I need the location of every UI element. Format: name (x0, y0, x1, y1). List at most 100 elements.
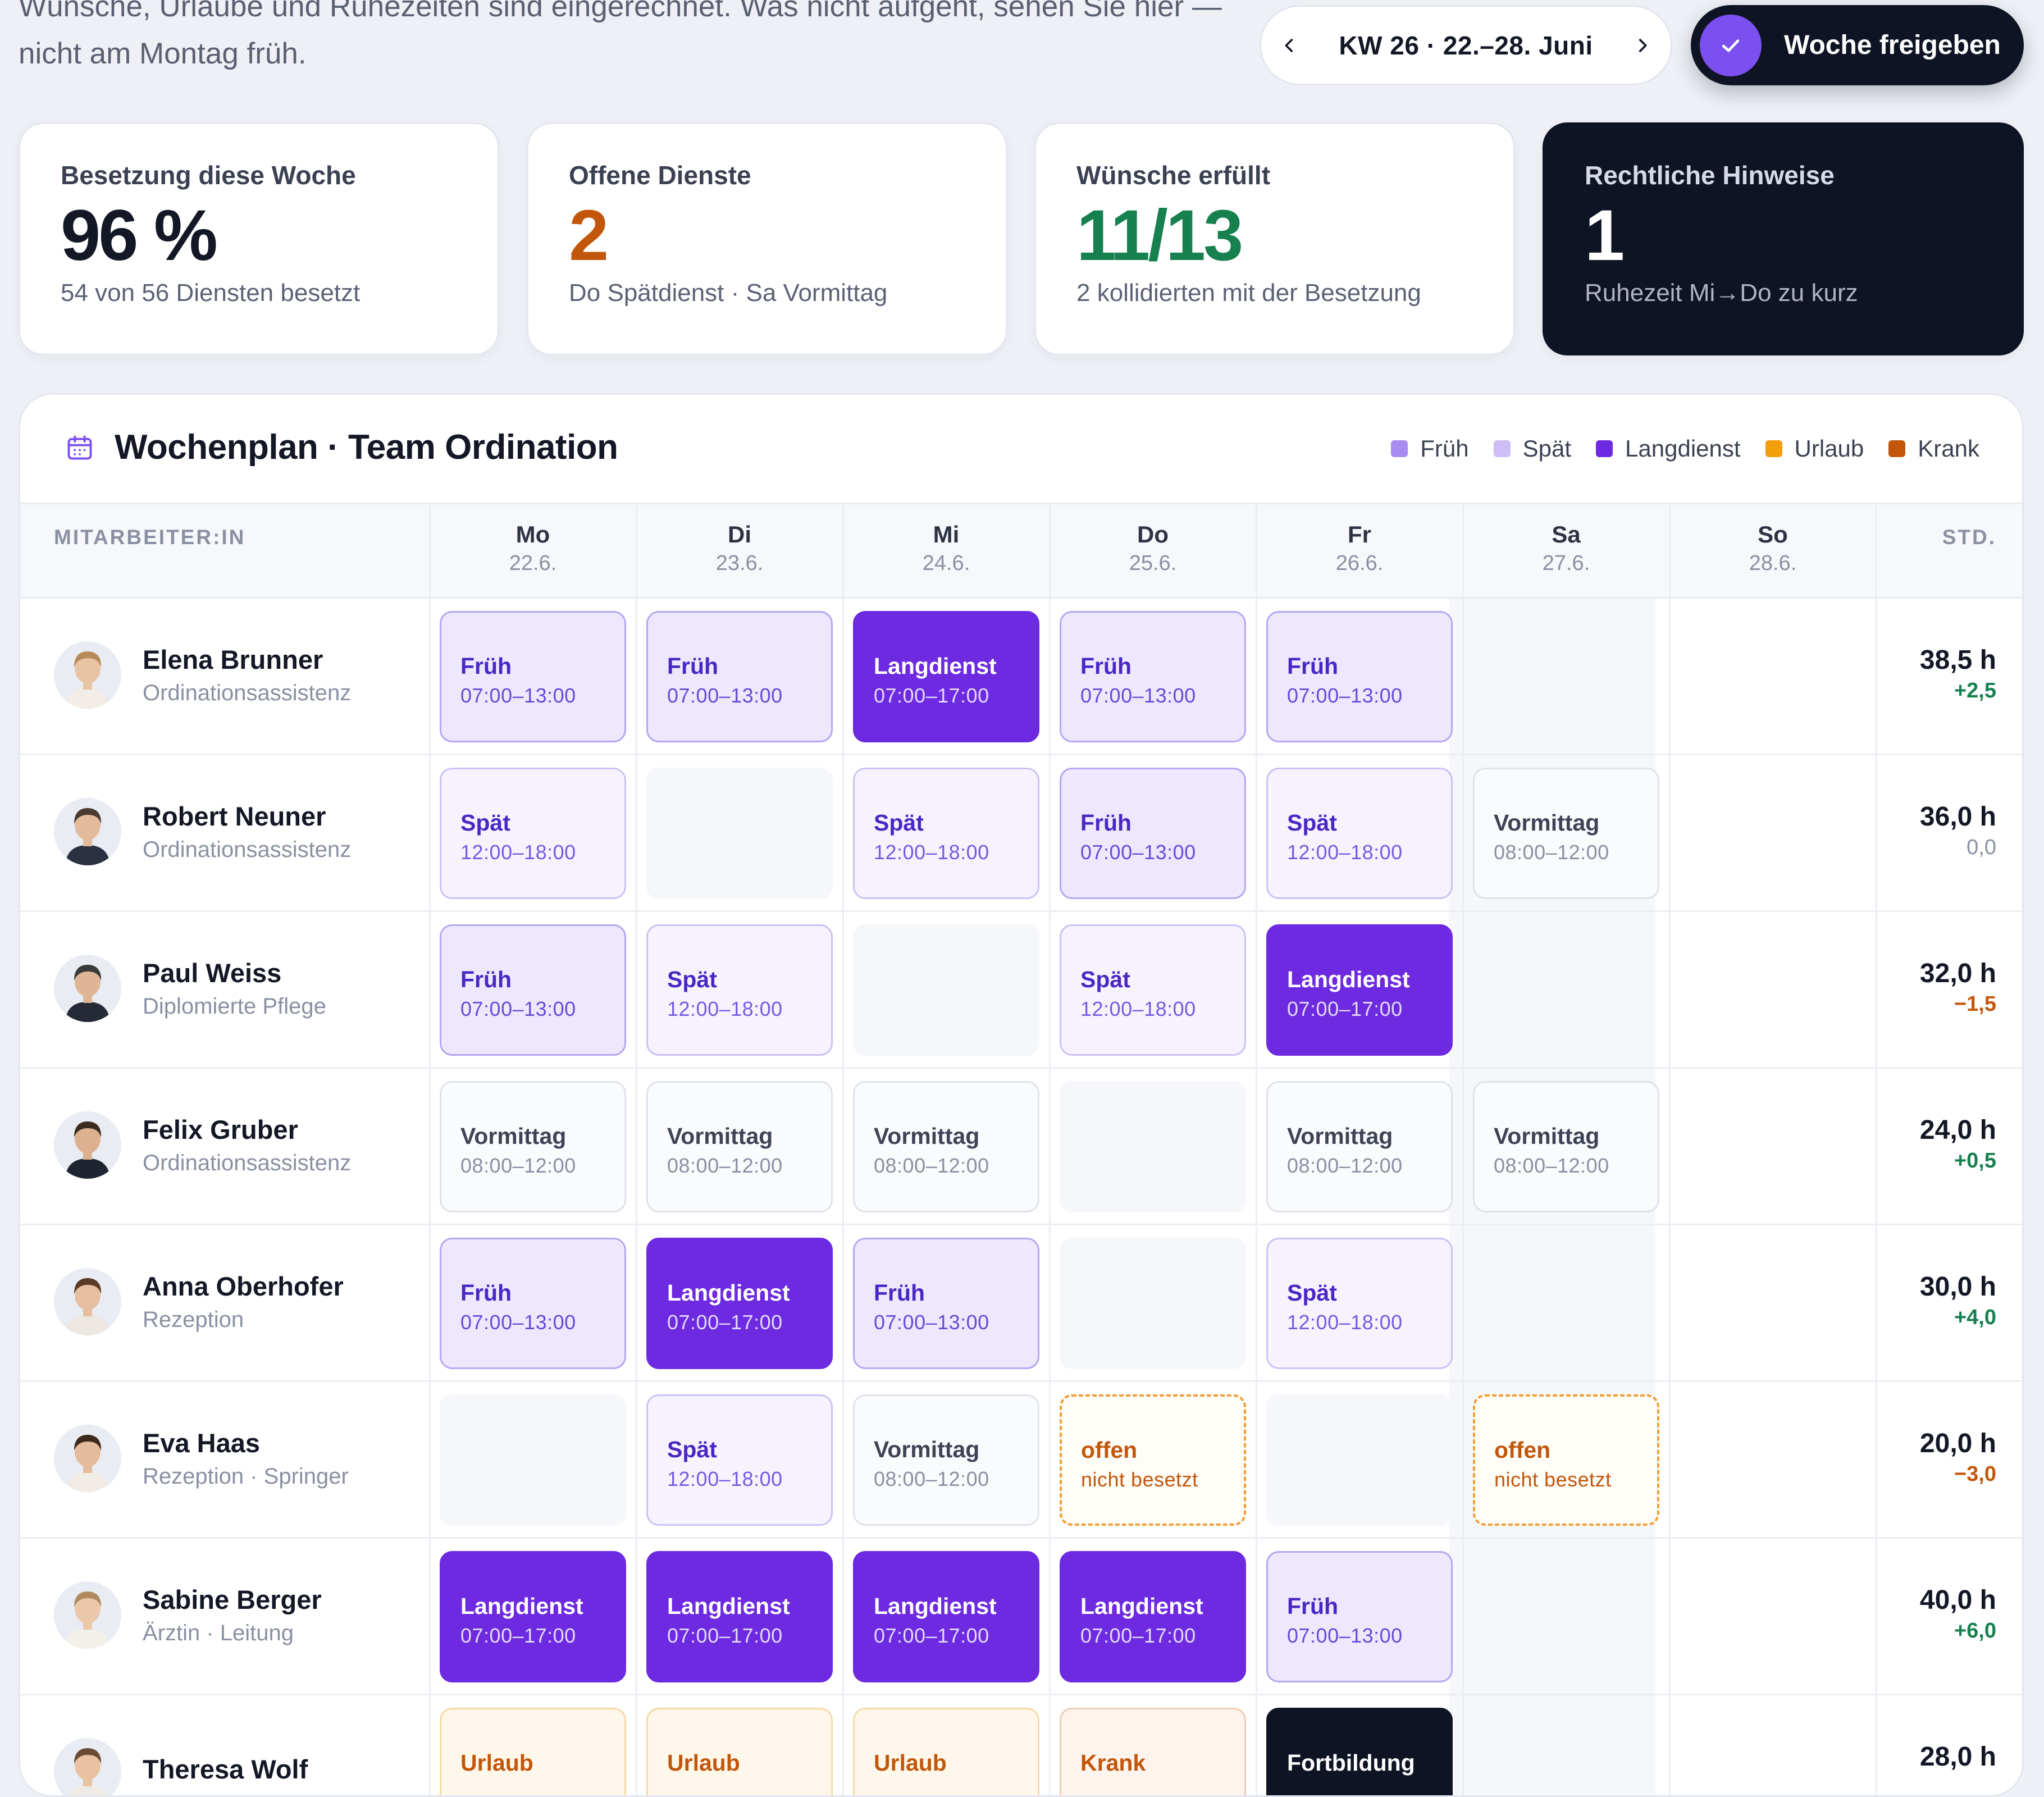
shift-block-spaet[interactable]: Spät 12:00–18:00 (853, 768, 1039, 899)
shift-time: nicht besetzt (1081, 1468, 1198, 1491)
shift-block-lang[interactable]: Langdienst 07:00–17:00 (646, 1551, 833, 1682)
shift-block-frueh[interactable]: Früh 07:00–13:00 (853, 1238, 1039, 1369)
intro-text: Wünsche, Urlaube und Ruhezeiten sind ein… (19, 0, 1222, 70)
legend-swatch (1596, 440, 1613, 457)
shift-block-vorm[interactable]: Vormittag 08:00–12:00 (440, 1081, 626, 1212)
shift-block-lang[interactable]: Langdienst 07:00–17:00 (1060, 1551, 1246, 1682)
employee-name: Sabine Berger (143, 1585, 322, 1614)
shift-block-vorm[interactable]: Vormittag 08:00–12:00 (646, 1081, 833, 1212)
employee-cell[interactable]: Anna Oberhofer Rezeption (54, 1268, 344, 1335)
hours-delta: +2,5 (1954, 679, 1996, 703)
kpi-subtext: 54 von 56 Diensten besetzt (61, 279, 361, 307)
employee-cell[interactable]: Eva Haas Rezeption · Springer (54, 1425, 349, 1492)
shift-block-frueh[interactable]: Früh 07:00–13:00 (646, 611, 833, 742)
hours-cell: 38,5 h +2,5 (1920, 645, 1996, 703)
avatar (54, 1425, 121, 1492)
shift-time: 07:00–13:00 (460, 1311, 576, 1334)
shift-time: 08:00–12:00 (460, 1154, 576, 1177)
hours-cell: 24,0 h +0,5 (1920, 1115, 1996, 1173)
release-week-button[interactable]: Woche freigeben (1691, 5, 2024, 85)
employee-role: Ordinationsassistenz (143, 1151, 352, 1175)
shift-block-lang[interactable]: Langdienst 07:00–17:00 (440, 1551, 626, 1682)
hours-total: 24,0 h (1919, 1115, 1996, 1145)
shift-name: Früh (460, 653, 512, 679)
day-name: Do (1137, 521, 1169, 548)
shift-block-vorm[interactable]: Vormittag 08:00–12:00 (1473, 1081, 1659, 1212)
empty-shift-slot[interactable] (440, 1394, 626, 1526)
employee-cell[interactable]: Robert Neuner Ordinationsassistenz (54, 798, 351, 865)
shift-block-frueh[interactable]: Früh 07:00–13:00 (1266, 611, 1453, 742)
shift-block-frueh[interactable]: Früh 07:00–13:00 (440, 611, 626, 742)
shift-block-krank[interactable]: Krank (1060, 1708, 1246, 1795)
employee-cell[interactable]: Sabine Berger Ärztin · Leitung (54, 1581, 322, 1649)
day-date: 27.6. (1542, 551, 1590, 575)
shift-block-lang[interactable]: Langdienst 07:00–17:00 (853, 611, 1039, 742)
employee-info: Paul Weiss Diplomierte Pflege (143, 957, 326, 1019)
shift-name: offen (1494, 1437, 1551, 1463)
empty-shift-slot[interactable] (646, 768, 833, 899)
shift-block-spaet[interactable]: Spät 12:00–18:00 (1266, 1238, 1453, 1369)
shift-block-offen[interactable]: offen nicht besetzt (1060, 1394, 1246, 1526)
table-row: Felix Gruber Ordinationsassistenz Vormitta… (20, 1069, 2022, 1225)
shift-block-urlaub[interactable]: Urlaub (440, 1708, 626, 1795)
shift-name: Langdienst (460, 1593, 583, 1619)
shift-time: 08:00–12:00 (874, 1154, 989, 1177)
shift-block-frueh[interactable]: Früh 07:00–13:00 (440, 1238, 626, 1369)
shift-block-vorm[interactable]: Vormittag 08:00–12:00 (853, 1394, 1039, 1526)
shift-time: 07:00–13:00 (1080, 684, 1196, 707)
table-row: Theresa Wolf Urlaub Urlaub Urlaub Krank Fortb… (20, 1695, 2022, 1795)
kpi-label: Wünsche erfüllt (1076, 161, 1271, 190)
next-week-button[interactable] (1614, 7, 1671, 84)
employee-cell[interactable]: Elena Brunner Ordinationsassistenz (54, 641, 351, 709)
shift-name: Früh (667, 653, 719, 679)
shift-block-urlaub[interactable]: Urlaub (853, 1708, 1039, 1795)
hours-cell: 30,0 h +4,0 (1920, 1271, 1996, 1330)
shift-name: Früh (460, 966, 512, 992)
shift-block-frueh[interactable]: Früh 07:00–13:00 (440, 924, 626, 1056)
shift-block-spaet[interactable]: Spät 12:00–18:00 (646, 1394, 833, 1526)
shift-time: 08:00–12:00 (667, 1154, 783, 1177)
empty-shift-slot[interactable] (1060, 1238, 1246, 1369)
shift-block-spaet[interactable]: Spät 12:00–18:00 (440, 768, 626, 899)
shift-name: Vormittag (667, 1123, 773, 1149)
kpi-legal-notes[interactable]: Rechtliche Hinweise 1 Ruhezeit Mi→Do zu … (1543, 122, 2024, 355)
shift-block-lang[interactable]: Langdienst 07:00–17:00 (1266, 924, 1453, 1056)
shift-block-lang[interactable]: Langdienst 07:00–17:00 (646, 1238, 833, 1369)
employee-cell[interactable]: Theresa Wolf (54, 1738, 308, 1795)
shift-block-spaet[interactable]: Spät 12:00–18:00 (1060, 924, 1246, 1056)
shift-block-vorm[interactable]: Vormittag 08:00–12:00 (1266, 1081, 1453, 1212)
employee-cell[interactable]: Felix Gruber Ordinationsassistenz (54, 1111, 351, 1179)
shift-name: Langdienst (667, 1593, 790, 1619)
shift-block-frueh[interactable]: Früh 07:00–13:00 (1060, 611, 1246, 742)
empty-shift-slot[interactable] (1266, 1394, 1453, 1526)
shift-name: Vormittag (874, 1123, 980, 1149)
hours-delta: −3,0 (1954, 1462, 1996, 1486)
shift-block-spaet[interactable]: Spät 12:00–18:00 (646, 924, 833, 1056)
shift-block-lang[interactable]: Langdienst 07:00–17:00 (853, 1551, 1039, 1682)
prev-week-button[interactable] (1261, 7, 1317, 84)
shift-name: Spät (1287, 1280, 1337, 1306)
shift-name: Langdienst (1287, 966, 1410, 992)
legend-item: Früh (1391, 435, 1469, 462)
shift-block-spaet[interactable]: Spät 12:00–18:00 (1266, 768, 1453, 899)
kpi-staffing: Besetzung diese Woche 96 % 54 von 56 Die… (19, 122, 499, 355)
shift-time: 08:00–12:00 (1494, 1154, 1609, 1177)
legend-label: Urlaub (1794, 435, 1864, 462)
employee-info: Anna Oberhofer Rezeption (143, 1271, 344, 1333)
shift-block-vorm[interactable]: Vormittag 08:00–12:00 (853, 1081, 1039, 1212)
hours-total: 40,0 h (1919, 1585, 1996, 1615)
avatar (54, 1581, 121, 1649)
employee-cell[interactable]: Paul Weiss Diplomierte Pflege (54, 955, 326, 1022)
day-name: Mo (515, 521, 550, 548)
shift-block-offen[interactable]: offen nicht besetzt (1473, 1394, 1659, 1526)
shift-name: Früh (460, 1280, 512, 1306)
shift-block-vorm[interactable]: Vormittag 08:00–12:00 (1473, 768, 1659, 899)
shift-block-frueh[interactable]: Früh 07:00–13:00 (1266, 1551, 1453, 1682)
empty-shift-slot[interactable] (853, 924, 1039, 1056)
shift-block-fort[interactable]: Fortbildung (1266, 1708, 1453, 1795)
empty-shift-slot[interactable] (1060, 1081, 1246, 1212)
shift-block-urlaub[interactable]: Urlaub (646, 1708, 833, 1795)
legend-swatch (1765, 440, 1782, 457)
kpi-subtext: Ruhezeit Mi→Do zu kurz (1585, 279, 1858, 307)
shift-block-frueh[interactable]: Früh 07:00–13:00 (1060, 768, 1246, 899)
